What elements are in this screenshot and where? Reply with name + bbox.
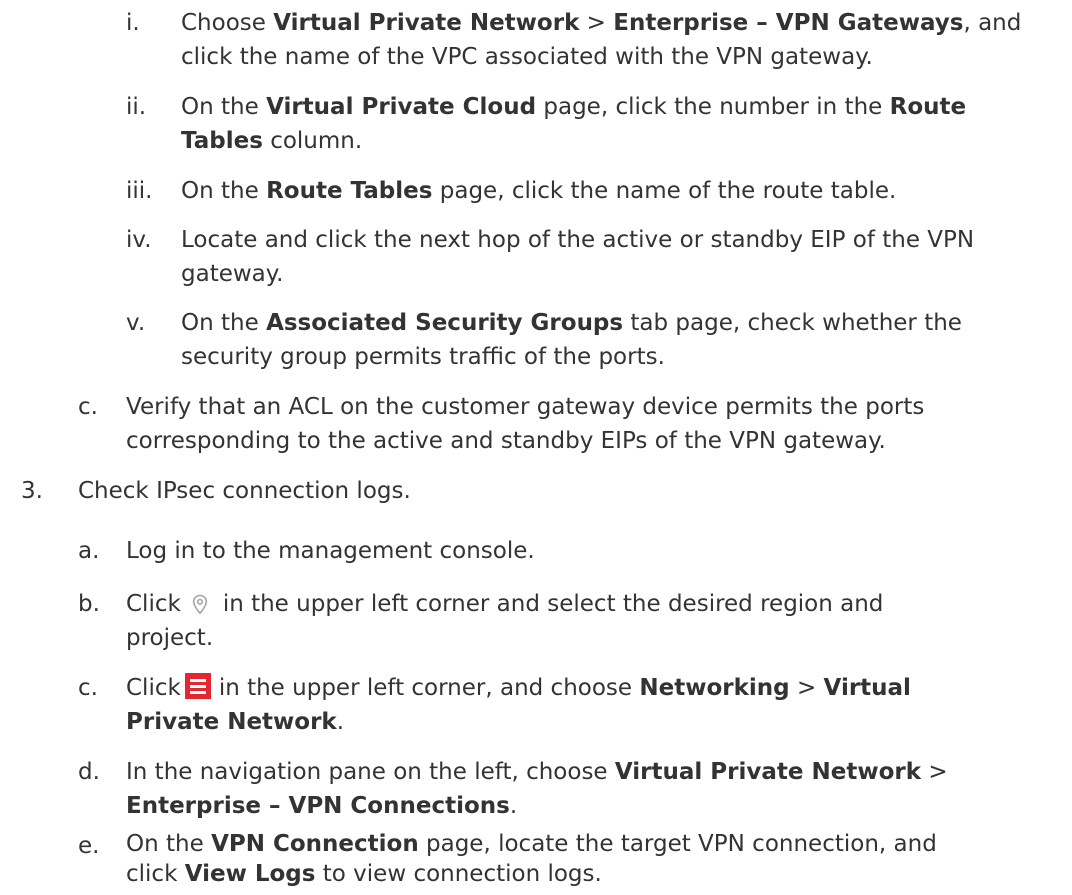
line: click View Logs to view connection logs. [126,859,1052,889]
bold-term: Route [889,94,967,120]
text: > [921,759,948,785]
step-marker: d. [78,759,100,785]
text: page, locate the target VPN connection, … [418,831,937,857]
step-marker: iii. [126,178,153,204]
line: project. [126,625,214,651]
step-marker: a. [78,538,100,564]
step-marker: e. [78,833,100,859]
step-text: On the Virtual Private Cloud page, click… [181,90,1052,158]
text: . [509,793,518,819]
bold-term: Private Network [126,709,337,735]
step-marker: i. [126,10,140,36]
step-text: Log in to the management console. [126,534,1052,568]
step-marker: c. [78,675,98,701]
text: to view connection logs. [315,861,602,887]
text: Click [126,591,181,617]
step-marker: ii. [126,94,147,120]
text: page, click the number in the [536,94,890,120]
line: Enterprise – VPN Connections. [126,789,1052,823]
step-text: Choose Virtual Private Network > Enterpr… [181,6,1052,74]
hamburger-menu-icon [184,672,211,699]
line: security group permits traffic of the po… [181,344,665,370]
step-text: Click in the upper left corner and select… [126,587,1052,655]
text: On the [181,94,267,120]
line: On the Associated Security Groups tab pa… [181,306,1052,340]
step-marker: 3. [21,478,43,504]
line: In the navigation pane on the left, choo… [126,755,1052,789]
text: . [336,709,345,735]
line: On the Route Tables page, click the name… [181,174,1052,208]
bold-term: VPN Connection [211,831,419,857]
document-page: i. Choose Virtual Private Network > Ente… [0,0,1072,895]
line: Tables column. [181,124,1052,158]
line: Private Network. [126,705,1052,739]
text: Click [126,675,181,701]
text: In the navigation pane on the left, choo… [126,759,615,785]
text: click [126,861,185,887]
line: Click in the upper left corner, and choos… [126,671,1052,705]
step-text: Verify that an ACL on the customer gatew… [126,390,1052,458]
bold-term: Tables [181,128,263,154]
step-text: Check IPsec connection logs. [78,474,1052,508]
bold-term: Virtual Private Network [614,759,922,785]
text: column. [262,128,363,154]
step-marker: v. [126,310,146,336]
text: click the name of the VPC associated wit… [181,44,873,70]
step-text: On the VPN Connection page, locate the t… [126,829,1052,889]
bold-term: Virtual Private Network [273,10,580,36]
text: On the [181,310,267,336]
line: click the name of the VPC associated wit… [181,40,1052,74]
bold-term: Enterprise – VPN Connections [126,793,510,819]
text: tab page, check whether the [623,310,962,336]
bold-term: Virtual [823,675,911,701]
line: Check IPsec connection logs. [78,478,411,504]
bold-term: Virtual Private Cloud [266,94,537,120]
line: Locate and click the next hop of the act… [181,227,975,253]
step-text: Locate and click the next hop of the act… [181,223,1052,291]
line: Verify that an ACL on the customer gatew… [126,394,925,420]
step-text: Click in the upper left corner, and choos… [126,671,1052,739]
map-pin-icon [187,592,213,618]
line: Choose Virtual Private Network > Enterpr… [181,6,1052,40]
bold-term: View Logs [184,861,316,887]
step-text: In the navigation pane on the left, choo… [126,755,1052,823]
text: page, click the name of the route table. [432,178,897,204]
line: corresponding to the active and standby … [126,428,886,454]
text: Choose [181,10,274,36]
text: > [579,10,614,36]
bold-term: Associated Security Groups [266,310,624,336]
text: in the upper left corner, and choose [218,675,640,701]
line: Log in to the management console. [126,538,535,564]
line: Click in the upper left corner and select… [126,587,1052,621]
text: > [789,675,824,701]
step-marker: iv. [126,227,152,253]
step-marker: b. [78,591,100,617]
text: in the upper left corner and select the … [222,591,884,617]
bold-term: Route Tables [266,178,433,204]
step-text: On the Associated Security Groups tab pa… [181,306,1052,374]
step-text: On the Route Tables page, click the name… [181,174,1052,208]
line: gateway. [181,261,284,287]
line: On the Virtual Private Cloud page, click… [181,90,1052,124]
line: On the VPN Connection page, locate the t… [126,829,1052,859]
text: On the [126,831,212,857]
step-marker: c. [78,394,98,420]
text: , and [963,10,1022,36]
text: On the [181,178,267,204]
bold-term: Networking [639,675,790,701]
bold-term: Enterprise – VPN Gateways [613,10,964,36]
